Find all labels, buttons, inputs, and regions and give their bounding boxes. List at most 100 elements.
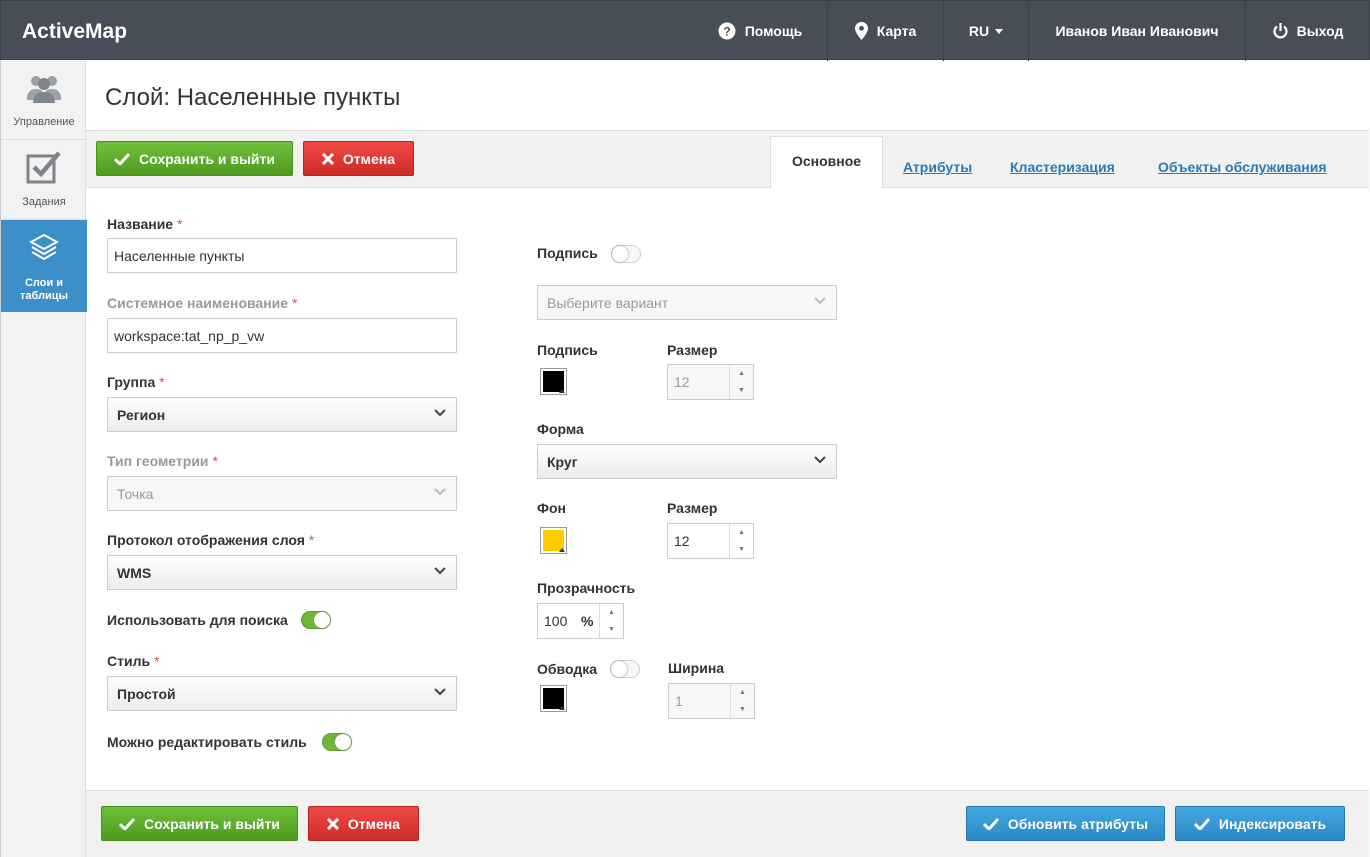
sidebar-item-layers[interactable]: Слои и таблицы [1,220,87,312]
help-link[interactable]: ? Помощь [693,1,827,61]
tab-clustering[interactable]: Кластеризация [1010,159,1115,175]
caption-toggle[interactable] [611,245,641,263]
users-icon [27,76,61,103]
opacity-stepper[interactable]: 100 % ▲ ▼ [537,603,624,639]
background-label: Фон [537,500,566,516]
geometry-type-select[interactable]: Точка [107,476,457,511]
logout-link[interactable]: Выход [1245,1,1370,61]
protocol-select-value: WMS [117,564,152,581]
up-arrow-icon[interactable]: ▲ [731,684,754,701]
required-mark: * [291,295,298,311]
top-navbar: ActiveMap ? Помощь Карта RU Иванов Иван … [0,0,1370,61]
update-attributes-label: Обновить атрибуты [1007,815,1149,832]
sidebar-item-tasks[interactable]: Задания [1,140,87,220]
edit-style-toggle[interactable] [322,733,352,751]
layers-icon [29,233,59,261]
shape-select[interactable]: Круг [537,444,837,479]
caption-size-stepper[interactable]: 12 ▲ ▼ [667,364,754,400]
map-label: Карта [876,23,917,39]
chevron-down-icon [434,488,446,496]
stroke-color-picker[interactable] [540,685,567,712]
background-size-value: 12 [674,533,690,549]
shape-label: Форма [537,421,584,437]
footer-save-and-exit-button[interactable]: Сохранить и выйти [101,806,298,841]
group-select-value: Регион [117,406,166,423]
footer-cancel-button[interactable]: Отмена [308,806,419,841]
checkbox-icon [26,151,61,184]
map-link[interactable]: Карта [827,1,943,61]
caption-size-value: 12 [674,374,690,390]
caption-color-label: Подпись [537,342,598,358]
close-icon [321,152,334,165]
user-name[interactable]: Иванов Иван Иванович [1028,1,1245,61]
up-arrow-icon[interactable]: ▲ [600,604,623,621]
down-arrow-icon[interactable]: ▼ [730,541,753,558]
sysname-label: Системное наименование * [107,295,298,311]
down-arrow-icon[interactable]: ▼ [600,621,623,638]
check-icon [982,817,999,830]
sidebar-item-label-line1: Слои и [24,277,64,289]
index-button[interactable]: Индексировать [1175,806,1345,841]
language-dropdown[interactable]: RU [943,1,1028,61]
required-mark: * [153,653,160,669]
search-toggle[interactable] [301,611,331,629]
tab-attributes[interactable]: Атрибуты [903,159,972,175]
sidebar-item-label: Управление [13,116,75,128]
index-label: Индексировать [1218,815,1327,832]
language-label: RU [968,23,990,39]
search-toggle-label: Использовать для поиска [107,612,288,628]
check-icon [1193,817,1210,830]
opacity-value: 100 [544,613,568,629]
geometry-type-label: Тип геометрии * [107,453,218,469]
caption-toggle-label: Подпись [537,245,598,261]
caption-color-picker[interactable] [540,368,567,395]
sysname-field[interactable]: workspace:tat_np_p_vw [107,318,457,353]
check-icon [119,817,135,830]
background-size-stepper[interactable]: 12 ▲ ▼ [667,523,754,559]
cancel-button[interactable]: Отмена [303,141,414,176]
style-select[interactable]: Простой [107,676,457,711]
edit-style-toggle-label: Можно редактировать стиль [107,734,307,750]
caption-size-label: Размер [667,342,718,358]
update-attributes-button[interactable]: Обновить атрибуты [966,806,1165,841]
chevron-down-icon [814,456,826,464]
style-label: Стиль * [107,653,160,669]
power-icon [1273,23,1288,39]
required-mark: * [212,453,218,469]
down-arrow-icon[interactable]: ▼ [731,701,754,718]
question-circle-icon: ? [718,22,736,40]
caption-variant-select[interactable]: Выберите вариант [537,285,837,320]
background-color-picker[interactable] [540,527,567,554]
group-label: Группа * [107,374,165,390]
stroke-toggle[interactable] [610,660,640,678]
group-select[interactable]: Регион [107,397,457,432]
protocol-select[interactable]: WMS [107,555,457,590]
name-label: Название * [107,216,183,232]
stroke-label: Обводка [537,661,598,677]
map-marker-icon [854,22,868,40]
up-arrow-icon[interactable]: ▲ [730,524,753,541]
cancel-label: Отмена [342,150,396,167]
down-arrow-icon[interactable]: ▼ [730,382,753,399]
tab-service-objects[interactable]: Объекты обслуживания [1158,159,1327,175]
tab-basic[interactable]: Основное [770,136,883,189]
required-mark: * [176,216,183,232]
close-icon [326,817,339,830]
save-and-exit-label: Сохранить и выйти [139,150,275,167]
geometry-type-value: Точка [117,485,154,502]
check-icon [114,152,130,165]
save-and-exit-button[interactable]: Сохранить и выйти [96,141,293,176]
app-logo[interactable]: ActiveMap [22,20,127,44]
percent-unit: % [581,613,594,629]
up-arrow-icon[interactable]: ▲ [730,365,753,382]
required-mark: * [159,374,165,390]
footer-cancel-label: Отмена [347,815,401,832]
sidebar-item-management[interactable]: Управление [1,60,87,140]
opacity-label: Прозрачность [537,580,636,596]
name-field[interactable]: Населенные пункты [107,238,457,273]
stroke-width-stepper[interactable]: 1 ▲ ▼ [668,683,755,719]
page-title: Слой: Населенные пункты [105,84,401,111]
background-size-label: Размер [667,500,718,516]
protocol-label: Протокол отображения слоя * [107,532,315,548]
style-select-value: Простой [117,685,176,702]
